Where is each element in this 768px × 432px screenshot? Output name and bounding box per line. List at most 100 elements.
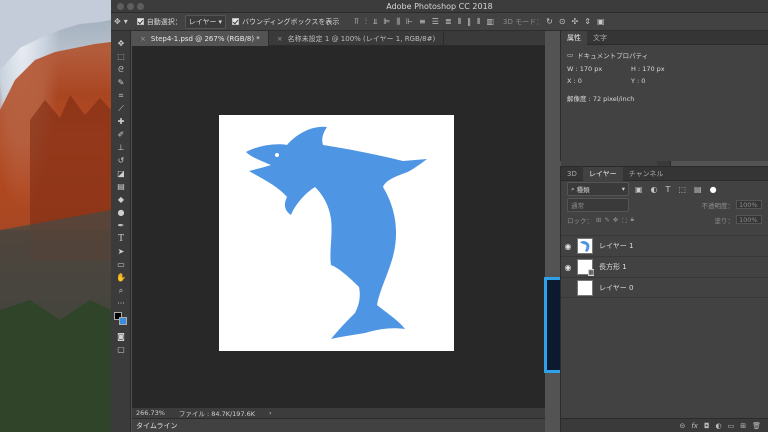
close-icon[interactable]: × [140, 35, 146, 43]
tab-properties[interactable]: 属性 [561, 30, 587, 45]
dolphin-eye [275, 153, 279, 157]
align-top-icon[interactable]: ⫪ [354, 17, 359, 27]
align-bottom-icon[interactable]: ⫫ [373, 17, 378, 27]
tab-channels[interactable]: チャンネル [623, 167, 670, 181]
tab-step4-1[interactable]: × Step4-1.psd @ 267% (RGB/8) * [132, 31, 269, 46]
distribute-center-icon[interactable]: ‖ [467, 17, 471, 26]
slide-3d-icon[interactable]: ⇕ [584, 17, 591, 26]
more-tools-icon[interactable]: ··· [111, 297, 131, 310]
zoom-level[interactable]: 266.73% [136, 409, 165, 417]
height-value[interactable]: H : 170 px [631, 65, 665, 73]
gradient-tool-icon[interactable]: ▤ [111, 180, 131, 193]
auto-align-icon[interactable]: ▥ [486, 17, 494, 26]
auto-select-option[interactable]: 自動選択： レイヤー ▾ [136, 14, 227, 29]
rectangle-tool-icon[interactable]: ▭ [111, 258, 131, 271]
eyedropper-tool-icon[interactable]: ⟋ [111, 102, 131, 115]
tab-3d[interactable]: 3D [561, 167, 583, 181]
filter-toggle-icon[interactable]: ● [710, 185, 717, 194]
zoom-tool-icon[interactable]: ⌕ [111, 284, 131, 297]
move-tool-icon[interactable]: ✥ [114, 17, 121, 26]
auto-select-dropdown[interactable]: レイヤー ▾ [184, 14, 227, 29]
layer-filter-dropdown[interactable]: ⌕ 種類 ▾ [567, 182, 629, 196]
bounding-box-option[interactable]: バウンディングボックスを表示 [232, 17, 339, 27]
filter-type-icon[interactable]: T [666, 185, 671, 194]
distribute-right-icon[interactable]: ⫴ [477, 17, 480, 27]
new-fill-layer-icon[interactable]: ◐ [716, 422, 722, 430]
brush-tool-icon[interactable]: ✐ [111, 128, 131, 141]
align-left-icon[interactable]: ⊫ [383, 17, 390, 26]
scale-3d-icon[interactable]: ▣ [597, 17, 605, 26]
canvas-area[interactable] [132, 46, 545, 408]
layer-row[interactable]: レイヤー 0 [561, 277, 768, 298]
eraser-tool-icon[interactable]: ◪ [111, 167, 131, 180]
move-tool-icon[interactable]: ✥ [111, 37, 131, 50]
close-icon[interactable]: × [277, 35, 283, 43]
lock-all-icon[interactable]: 🔒︎ [631, 215, 634, 224]
y-value[interactable]: Y : 0 [631, 77, 645, 85]
layer-style-icon[interactable]: fx [691, 422, 698, 430]
quick-select-tool-icon[interactable]: ✎ [111, 76, 131, 89]
bounding-box-checkbox[interactable] [232, 18, 240, 25]
distribute-top-icon[interactable]: ≡ [419, 17, 426, 26]
dodge-tool-icon[interactable]: ● [111, 206, 131, 219]
3d-mode-group: 3D モード： ↻ ⊙ ✣ ⇕ ▣ [503, 17, 607, 27]
hand-tool-icon[interactable]: ✋ [111, 271, 131, 284]
filter-adjustment-icon[interactable]: ◐ [651, 185, 658, 194]
lock-pixels-icon[interactable]: ⊞ [596, 216, 601, 224]
roll-3d-icon[interactable]: ⊙ [559, 17, 566, 26]
link-layers-icon[interactable]: ⊝ [679, 422, 685, 430]
marquee-tool-icon[interactable]: ⬚ [111, 50, 131, 63]
x-value[interactable]: X : 0 [567, 77, 631, 85]
align-icons: ⫪ ⫶ ⫫ ⊫ ⫼ ⊩ ≡ ☰ ≣ ⦀ ‖ ⫴ ▥ [351, 17, 497, 27]
eye-icon[interactable]: ◉ [561, 242, 575, 251]
screen-mode-icon[interactable]: ▢ [111, 343, 131, 356]
lasso-tool-icon[interactable]: ᘓ [111, 63, 131, 76]
lock-position-icon[interactable]: ✥ [613, 216, 618, 224]
width-value[interactable]: W : 170 px [567, 65, 631, 73]
chevron-right-icon[interactable]: › [269, 409, 272, 417]
healing-brush-tool-icon[interactable]: ✚ [111, 115, 131, 128]
add-mask-icon[interactable]: ◘ [704, 422, 710, 430]
tab-untitled-1[interactable]: × 名称未設定 1 @ 100% (レイヤー 1, RGB/8#) [269, 31, 445, 46]
distribute-left-icon[interactable]: ⦀ [458, 17, 462, 27]
pen-tool-icon[interactable]: ✒ [111, 219, 131, 232]
background-color-swatch[interactable] [119, 317, 127, 325]
clone-stamp-tool-icon[interactable]: ⊥ [111, 141, 131, 154]
opacity-field[interactable]: 100% [736, 200, 762, 209]
tab-character[interactable]: 文字 [587, 31, 613, 45]
lock-artboard-icon[interactable]: ⬚ [621, 216, 627, 224]
filter-shape-icon[interactable]: ⬚ [678, 185, 686, 194]
align-right-icon[interactable]: ⊩ [406, 17, 413, 26]
eye-icon[interactable]: ◉ [561, 263, 575, 272]
crop-tool-icon[interactable]: ⌗ [111, 89, 131, 102]
document-properties-header: ▭ ドキュメントプロパティ [561, 47, 768, 63]
filter-smart-object-icon[interactable]: ▤ [694, 185, 702, 194]
blend-mode-dropdown[interactable]: 通常 [567, 197, 629, 212]
tab-layers[interactable]: レイヤー [582, 166, 623, 181]
lock-paint-icon[interactable]: ✎ [604, 216, 609, 224]
align-middle-icon[interactable]: ⫶ [365, 17, 367, 27]
history-brush-tool-icon[interactable]: ↺ [111, 154, 131, 167]
new-layer-icon[interactable]: ⊞ [740, 422, 746, 430]
new-group-icon[interactable]: ▭ [728, 422, 735, 430]
fill-field[interactable]: 100% [736, 215, 762, 224]
drag-3d-icon[interactable]: ✣ [572, 17, 579, 26]
distribute-bottom-icon[interactable]: ≣ [445, 17, 452, 26]
timeline-panel-tab[interactable]: タイムライン [132, 418, 545, 432]
quick-mask-icon[interactable]: ◙ [111, 330, 131, 343]
chevron-down-icon[interactable]: ▾ [124, 17, 128, 26]
path-select-tool-icon[interactable]: ➤ [111, 245, 131, 258]
status-bar: 266.73% ファイル : 84.7K/197.6K › [132, 408, 545, 418]
layer-row[interactable]: ◉ レイヤー 1 [561, 235, 768, 256]
type-tool-icon[interactable]: T [111, 232, 131, 245]
document-canvas[interactable] [219, 115, 454, 351]
auto-select-checkbox[interactable] [136, 18, 144, 25]
blur-tool-icon[interactable]: ◆ [111, 193, 131, 206]
dolphin-shape[interactable] [219, 115, 454, 351]
align-center-icon[interactable]: ⫼ [396, 17, 400, 27]
filter-pixel-icon[interactable]: ▣ [635, 185, 643, 194]
delete-layer-icon[interactable]: 🗑︎ [752, 422, 761, 430]
distribute-middle-icon[interactable]: ☰ [432, 17, 439, 26]
orbit-3d-icon[interactable]: ↻ [546, 17, 553, 26]
layer-row[interactable]: ◉ ▦ 長方形 1 [561, 256, 768, 277]
